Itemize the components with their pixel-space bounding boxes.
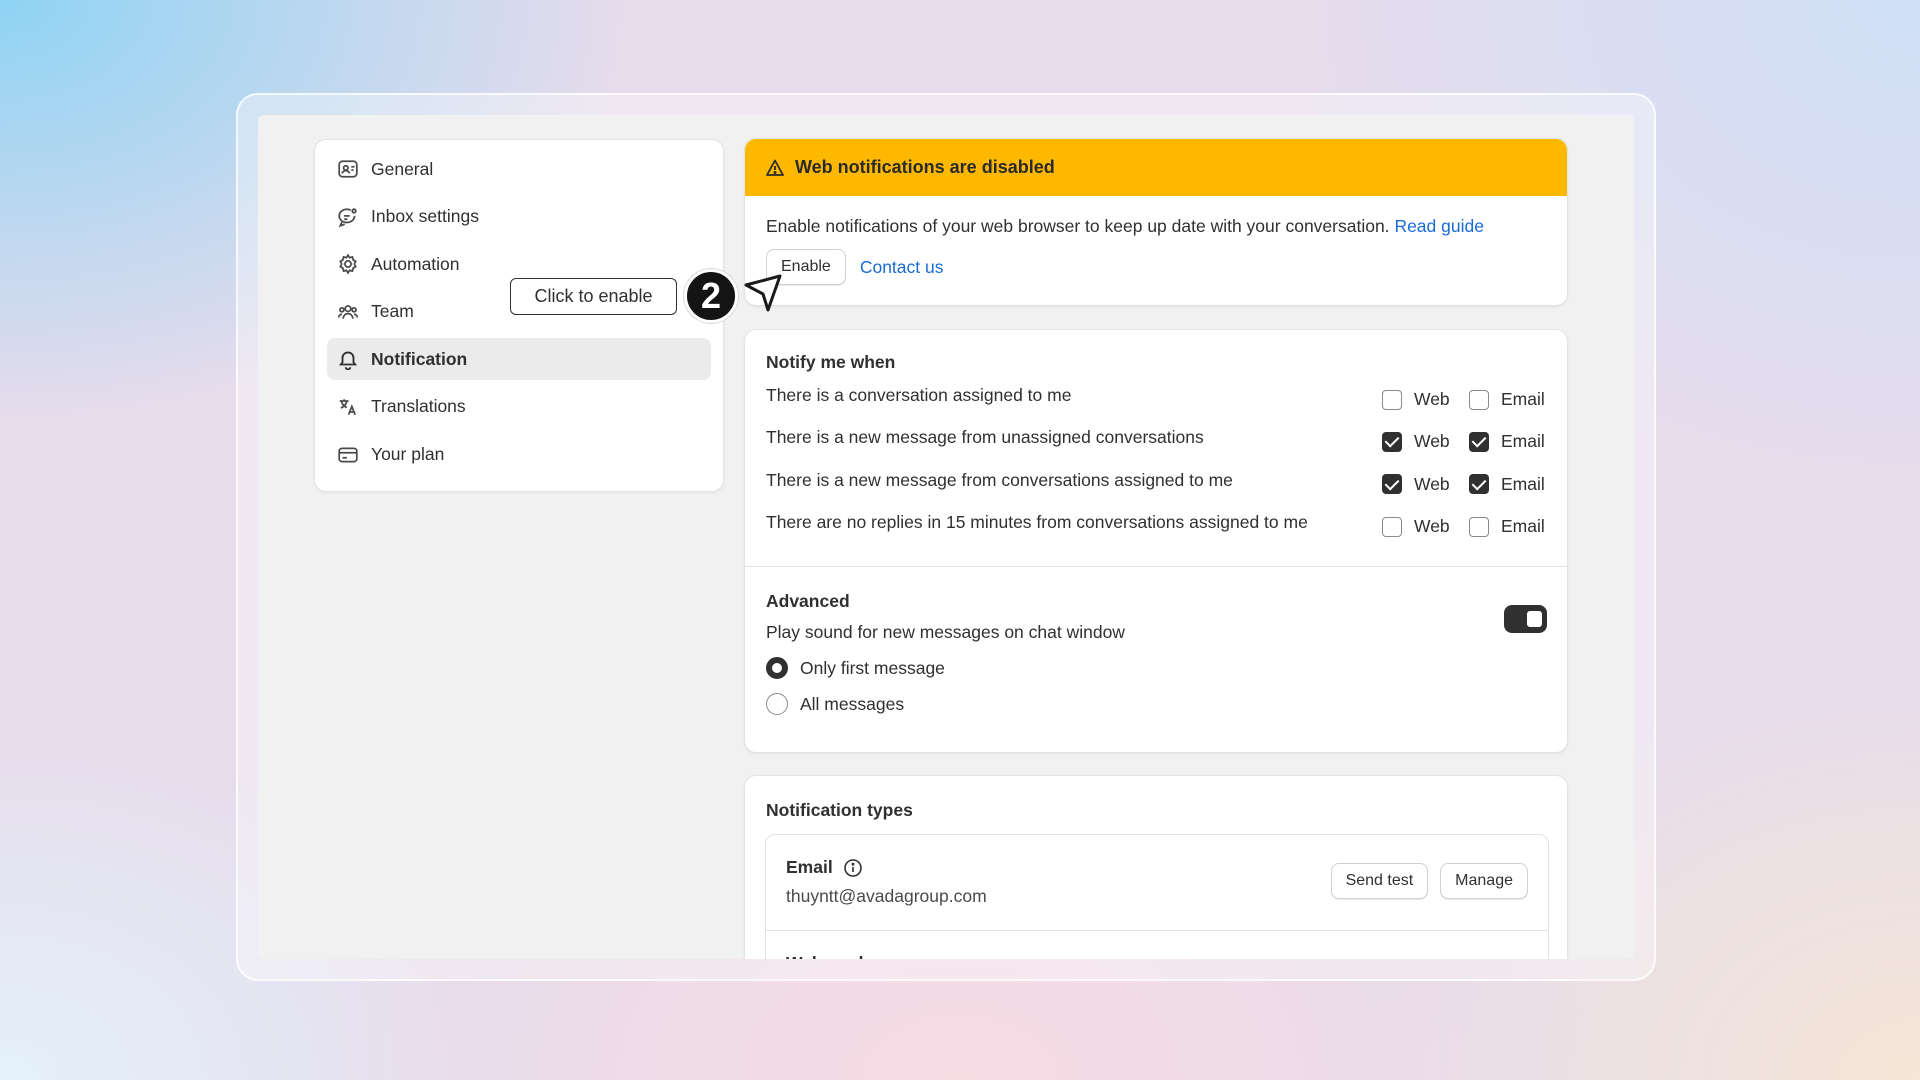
notification-types-list: Email thuyntt@avadagroup.com Send test M… bbox=[765, 834, 1549, 959]
email-checkbox[interactable]: Email bbox=[1469, 389, 1545, 410]
checkbox-box bbox=[1469, 389, 1489, 410]
sidebar-item-your-plan[interactable]: Your plan bbox=[327, 434, 711, 476]
notify-row: There is a new message from conversation… bbox=[766, 462, 1546, 504]
checkbox-label: Web bbox=[1414, 473, 1450, 494]
translate-icon bbox=[337, 396, 359, 418]
bell-icon bbox=[337, 348, 359, 371]
send-test-button[interactable]: Send test bbox=[1330, 863, 1429, 899]
checkbox-box bbox=[1382, 389, 1402, 410]
warning-icon bbox=[766, 159, 784, 176]
sidebar-item-label: Team bbox=[371, 301, 414, 322]
web-checkbox[interactable]: Web bbox=[1382, 389, 1450, 410]
email-checkbox[interactable]: Email bbox=[1469, 474, 1545, 495]
banner-body: Enable notifications of your web browser… bbox=[745, 196, 1567, 305]
checkbox-box bbox=[1382, 474, 1402, 495]
checkbox-box bbox=[1469, 431, 1489, 452]
web-notification-banner: Web notifications are disabled Enable no… bbox=[744, 138, 1568, 306]
notify-settings-card: Notify me when There is a conversation a… bbox=[744, 329, 1568, 753]
settings-sidebar: General Inbox settings Automation Team N… bbox=[314, 139, 724, 492]
advanced-title: Advanced bbox=[766, 591, 850, 611]
settings-app: General Inbox settings Automation Team N… bbox=[258, 115, 1634, 959]
checkbox-label: Web bbox=[1414, 389, 1450, 409]
notify-row-label: There are no replies in 15 minutes from … bbox=[766, 512, 1308, 533]
email-checkbox[interactable]: Email bbox=[1469, 516, 1545, 537]
advanced-subtitle: Play sound for new messages on chat wind… bbox=[766, 622, 1125, 642]
checkbox-label: Email bbox=[1501, 473, 1545, 494]
advanced-section: Advanced Play sound for new messages on … bbox=[745, 567, 1567, 739]
checkbox-label: Email bbox=[1501, 431, 1545, 452]
profile-card-icon bbox=[337, 158, 359, 180]
checkbox-label: Email bbox=[1501, 389, 1545, 409]
sidebar-item-label: Notification bbox=[371, 348, 468, 369]
sidebar-item-notification[interactable]: Notification bbox=[327, 338, 711, 381]
read-guide-link[interactable]: Read guide bbox=[1394, 216, 1484, 236]
email-type-row: Email thuyntt@avadagroup.com Send test M… bbox=[766, 835, 1548, 931]
credit-card-icon bbox=[337, 444, 359, 466]
step-number-badge: 2 bbox=[684, 269, 738, 323]
sidebar-item-translations[interactable]: Translations bbox=[327, 386, 711, 428]
notify-row-label: There is a conversation assigned to me bbox=[766, 385, 1072, 405]
pointer-cursor-icon bbox=[744, 274, 782, 312]
sidebar-item-label: General bbox=[371, 158, 434, 179]
checkbox-box bbox=[1382, 431, 1402, 452]
sidebar-item-general[interactable]: General bbox=[327, 148, 711, 190]
people-icon bbox=[337, 301, 359, 323]
notify-row: There are no replies in 15 minutes from … bbox=[766, 504, 1546, 546]
banner-text: Enable notifications of your web browser… bbox=[766, 216, 1390, 236]
checkbox-box bbox=[1469, 474, 1489, 495]
checkbox-box bbox=[1469, 516, 1489, 537]
sidebar-item-label: Automation bbox=[371, 253, 460, 274]
checkbox-label: Email bbox=[1501, 516, 1545, 537]
gear-icon bbox=[337, 253, 359, 275]
notify-section-title: Notify me when bbox=[766, 352, 896, 372]
checkbox-label: Web bbox=[1414, 431, 1450, 452]
notify-row-label: There is a new message from conversation… bbox=[766, 469, 1233, 490]
banner-title: Web notifications are disabled bbox=[795, 157, 1055, 177]
email-checkbox[interactable]: Email bbox=[1469, 431, 1545, 452]
radio-label: All messages bbox=[800, 693, 905, 714]
web-checkbox[interactable]: Web bbox=[1382, 431, 1450, 452]
sidebar-item-label: Inbox settings bbox=[371, 206, 479, 227]
banner-header: Web notifications are disabled bbox=[745, 139, 1567, 196]
sidebar-item-inbox-settings[interactable]: Inbox settings bbox=[327, 196, 711, 238]
sidebar-item-label: Translations bbox=[371, 396, 466, 417]
web-checkbox[interactable]: Web bbox=[1382, 516, 1450, 537]
info-icon[interactable] bbox=[843, 858, 863, 878]
click-to-enable-tooltip: Click to enable bbox=[510, 278, 677, 315]
notify-row: There is a new message from unassigned c… bbox=[766, 419, 1546, 461]
chat-gear-icon bbox=[337, 206, 359, 228]
web-checkbox[interactable]: Web bbox=[1382, 474, 1450, 495]
radio-indicator bbox=[766, 657, 788, 679]
play-sound-toggle[interactable] bbox=[1504, 605, 1547, 633]
checkbox-label: Web bbox=[1414, 516, 1450, 537]
notify-row-label: There is a new message from unassigned c… bbox=[766, 427, 1204, 448]
sidebar-item-label: Your plan bbox=[371, 444, 445, 465]
manage-button[interactable]: Manage bbox=[1440, 863, 1528, 899]
email-type-title: Email bbox=[786, 857, 833, 877]
notification-types-title: Notification types bbox=[766, 800, 913, 820]
contact-us-link[interactable]: Contact us bbox=[860, 257, 944, 278]
radio-all-messages[interactable]: All messages bbox=[766, 693, 1546, 715]
checkbox-box bbox=[1382, 516, 1402, 537]
radio-indicator bbox=[766, 693, 788, 715]
radio-only-first-message[interactable]: Only first message bbox=[766, 657, 1546, 679]
radio-label: Only first message bbox=[800, 657, 945, 678]
notify-row: There is a conversation assigned to me We… bbox=[766, 377, 1546, 419]
notification-types-card: Notification types Email thuyntt@avadagr… bbox=[744, 775, 1568, 959]
web-push-type-title: Web push bbox=[766, 931, 1548, 959]
